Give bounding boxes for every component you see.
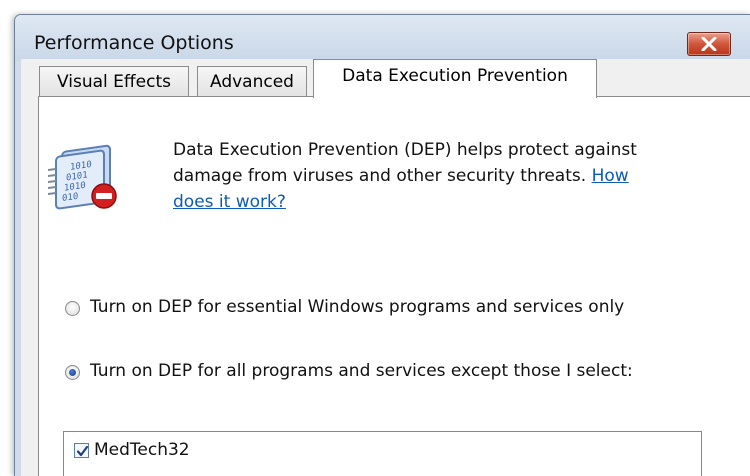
performance-options-window: Performance Options Visual Effects Advan… — [14, 14, 750, 476]
close-icon — [701, 37, 717, 51]
radio-essential-only[interactable] — [65, 301, 80, 316]
dep-description-text: Data Execution Prevention (DEP) helps pr… — [173, 140, 637, 186]
dep-description: Data Execution Prevention (DEP) helps pr… — [173, 137, 653, 215]
radio-all-except-selected-label[interactable]: Turn on DEP for all programs and service… — [90, 359, 690, 383]
dialog-client-area: Visual Effects Advanced Data Execution P… — [21, 59, 750, 476]
checkmark-icon — [76, 445, 89, 457]
title-bar[interactable]: Performance Options — [15, 15, 750, 61]
list-item-label: MedTech32 — [94, 440, 190, 460]
tab-data-execution-prevention[interactable]: Data Execution Prevention — [313, 59, 597, 98]
tab-advanced[interactable]: Advanced — [197, 66, 307, 97]
medtech32-checkbox[interactable] — [74, 443, 89, 458]
close-button[interactable] — [687, 32, 731, 56]
tab-strip: Visual Effects Advanced Data Execution P… — [21, 59, 750, 99]
radio-essential-only-label[interactable]: Turn on DEP for essential Windows progra… — [90, 295, 690, 319]
dep-binary-document-icon: 1010 0101 1010 010 — [48, 144, 117, 210]
radio-all-except-selected[interactable] — [65, 365, 80, 380]
tab-visual-effects[interactable]: Visual Effects — [39, 66, 189, 97]
window-title: Performance Options — [34, 32, 234, 54]
dep-exceptions-list[interactable]: MedTech32 — [63, 431, 702, 476]
